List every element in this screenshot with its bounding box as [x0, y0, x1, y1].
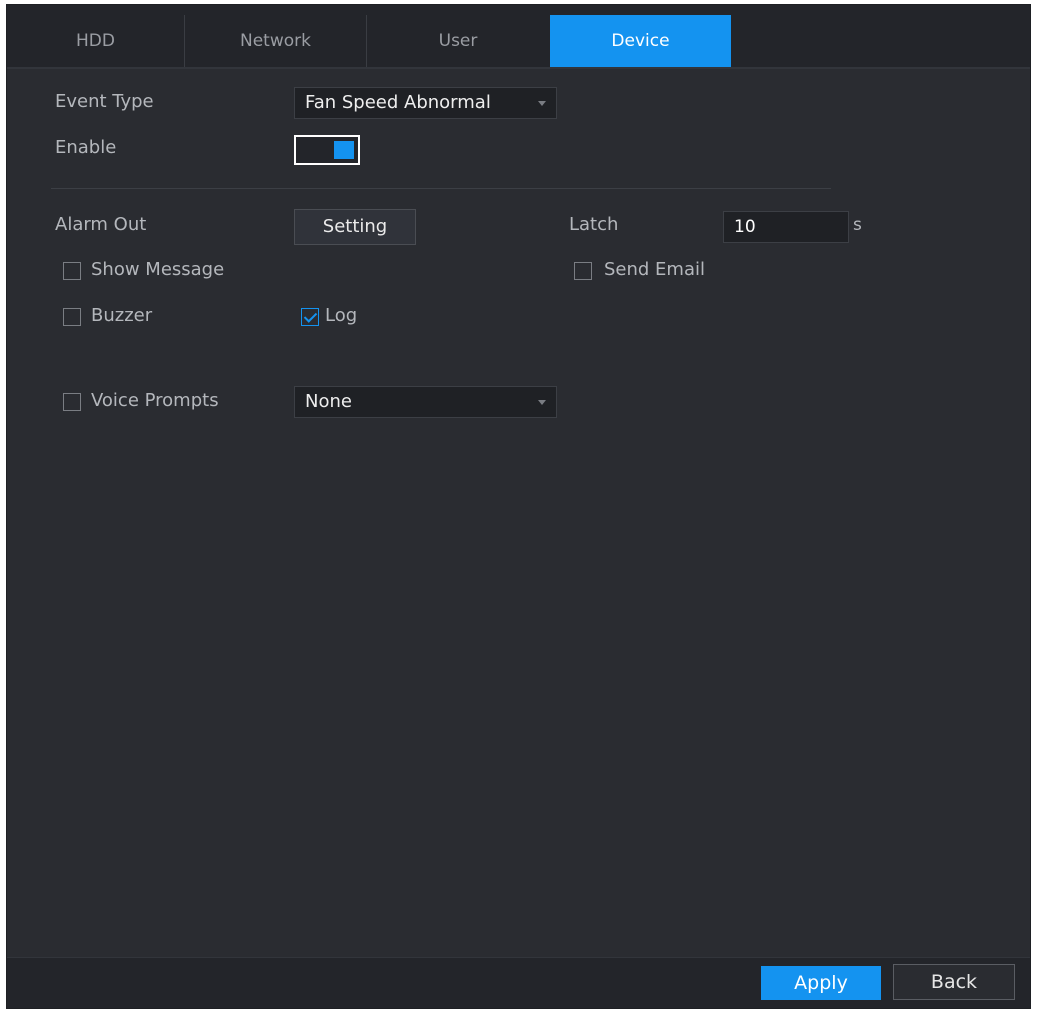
tab-device[interactable]: Device [550, 15, 731, 67]
latch-unit: s [853, 215, 862, 235]
alarm-out-label: Alarm Out [55, 214, 147, 235]
back-button[interactable]: Back [893, 964, 1015, 1000]
buzzer-checkbox[interactable] [63, 308, 81, 326]
send-email-checkbox[interactable] [574, 262, 592, 280]
toggle-knob [334, 141, 354, 159]
event-type-dropdown[interactable]: Fan Speed Abnormal [294, 87, 557, 119]
event-type-label: Event Type [55, 91, 154, 112]
voice-prompts-dropdown[interactable]: None [294, 386, 557, 418]
event-settings-window: HDD Network User Device Event Type Fan S… [6, 4, 1031, 1009]
tab-bar: HDD Network User Device [7, 5, 1030, 69]
voice-prompts-checkbox[interactable] [63, 393, 81, 411]
send-email-label: Send Email [604, 259, 705, 280]
checkmark-icon [303, 309, 318, 323]
tab-user[interactable]: User [367, 15, 549, 67]
tab-hdd[interactable]: HDD [7, 15, 185, 67]
chevron-down-icon [538, 400, 546, 405]
event-type-value: Fan Speed Abnormal [305, 92, 491, 113]
voice-prompts-value: None [305, 391, 352, 412]
show-message-label: Show Message [91, 259, 225, 280]
enable-toggle[interactable] [294, 135, 360, 165]
buzzer-label: Buzzer [91, 305, 153, 326]
show-message-checkbox[interactable] [63, 262, 81, 280]
latch-label: Latch [569, 214, 619, 235]
tab-network[interactable]: Network [185, 15, 367, 67]
footer-bar: Apply Back [7, 957, 1030, 1008]
alarm-out-setting-button[interactable]: Setting [294, 209, 416, 245]
apply-button[interactable]: Apply [761, 966, 881, 1000]
section-divider [51, 188, 831, 189]
chevron-down-icon [538, 101, 546, 106]
voice-prompts-label: Voice Prompts [91, 390, 219, 411]
log-checkbox[interactable] [301, 308, 319, 326]
latch-input[interactable]: 10 [723, 211, 849, 243]
enable-label: Enable [55, 137, 117, 158]
log-label: Log [325, 305, 358, 326]
